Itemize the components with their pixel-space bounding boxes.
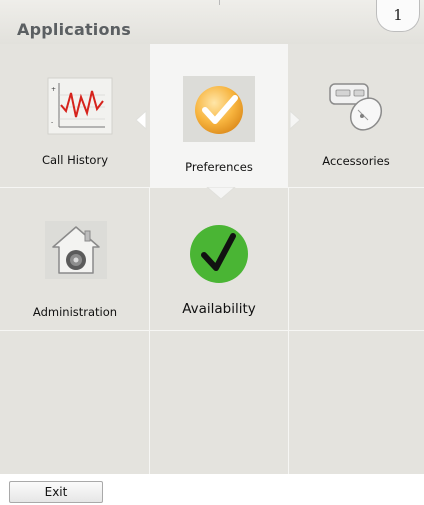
panel-header: Applications 1 (0, 0, 424, 44)
app-label-administration: Administration (32, 305, 118, 319)
call-history-graph-icon: + - (47, 77, 113, 135)
applications-grid: + - Call History Preferences Accessories… (0, 44, 424, 474)
app-tile-accessories[interactable]: Accessories (288, 44, 424, 187)
svg-text:+: + (51, 86, 56, 93)
panel-title: Applications (17, 20, 131, 39)
header-divider (219, 0, 220, 5)
preferences-checkmark-icon (183, 76, 255, 142)
empty-tile (150, 330, 288, 474)
empty-tile (288, 187, 424, 330)
app-label-availability: Availability (182, 301, 256, 317)
empty-tile (0, 330, 150, 474)
app-tile-call-history[interactable]: + - Call History (0, 44, 150, 187)
app-label-preferences: Preferences (185, 160, 253, 174)
exit-button[interactable]: Exit (9, 481, 103, 503)
app-label-accessories: Accessories (322, 154, 390, 168)
app-label-call-history: Call History (41, 153, 109, 167)
accessories-mouse-icon (329, 83, 383, 131)
app-tile-administration[interactable]: Administration (0, 187, 150, 330)
app-tile-preferences[interactable]: Preferences (150, 44, 288, 187)
page-badge: 1 (376, 0, 420, 32)
svg-text:-: - (51, 119, 53, 126)
app-tile-availability[interactable]: Availability (150, 187, 288, 330)
availability-green-check-icon (190, 225, 248, 283)
empty-tile (288, 330, 424, 474)
chevron-left-icon (135, 110, 147, 130)
administration-house-lock-icon (45, 221, 107, 279)
applications-panel: Applications 1 + - Call History Preferen… (0, 0, 424, 474)
